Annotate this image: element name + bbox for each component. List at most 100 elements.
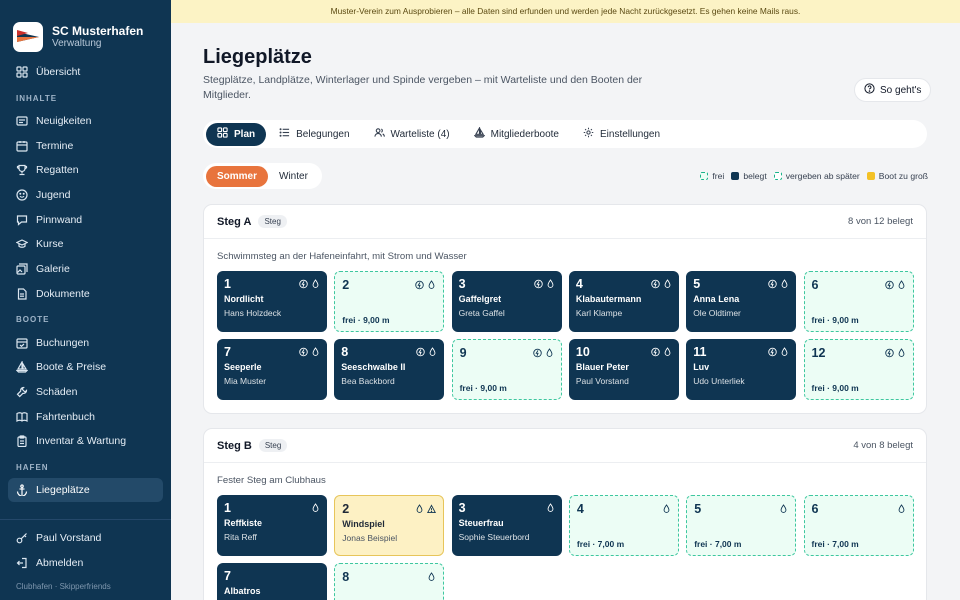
nav-section-boote: BOOTE [16, 315, 50, 325]
sidebar: SC Musterhafen Verwaltung Übersicht INHA… [0, 0, 171, 600]
berth-slot-frei[interactable]: 12 frei · 9,00 m [803, 339, 914, 400]
sidebar-item-label: Fahrtenbuch [36, 410, 95, 423]
brand-sub: Verwaltung [52, 38, 102, 49]
season-sommer[interactable]: Sommer [206, 165, 269, 187]
tab-label: Belegungen [296, 128, 350, 140]
sidebar-item-buchungen[interactable]: Buchungen [0, 330, 171, 355]
newspaper-icon [16, 115, 28, 127]
boat-name: Gaffelgret [458, 294, 502, 304]
tab-mitgliederboote[interactable]: Mitgliederboote [463, 123, 570, 146]
sidebar-item-termine[interactable]: Termine [0, 133, 171, 158]
help-label: So geht's [880, 84, 922, 96]
users-icon [373, 127, 385, 141]
water-icon [427, 572, 436, 582]
sidebar-item-pinnwand[interactable]: Pinnwand [0, 207, 171, 232]
berth-slot-frei[interactable]: 6 frei · 7,00 m [803, 495, 914, 556]
sidebar-item-boote-preise[interactable]: Boote & Preise [0, 355, 171, 380]
sidebar-item-regatten[interactable]: Regatten [0, 158, 171, 183]
water-icon [545, 348, 554, 358]
slot-number: 1 [224, 501, 231, 515]
berth-slot-frei[interactable]: 2 frei · 9,00 m [334, 271, 445, 332]
berth-slot-frei[interactable]: 4 frei · 7,00 m [568, 495, 679, 556]
berth-slot-belegt[interactable]: 5 Anna Lena Ole Oldtimer [686, 271, 797, 332]
sidebar-item-inventar-wartung[interactable]: Inventar & Wartung [0, 429, 171, 454]
water-icon [546, 279, 555, 289]
boat-name: Nordlicht [224, 294, 264, 304]
berth-slot-belegt[interactable]: 8 Seeschwalbe II Bea Backbord [334, 339, 445, 400]
tab-belegungen[interactable]: Belegungen [268, 123, 360, 146]
tab-einstellungen[interactable]: Einstellungen [572, 123, 671, 146]
power-icon [299, 347, 308, 357]
sidebar-item-label: Liegeplätze [36, 483, 90, 496]
book-icon [16, 411, 28, 423]
slot-number: 3 [458, 501, 466, 515]
slot-free-length: frei · 9,00 m [459, 383, 507, 393]
water-icon [780, 347, 789, 357]
boat-name: Blauer Peter [575, 362, 629, 372]
berth-slot-belegt[interactable]: 4 Klabautermann Karl Klampe [568, 271, 679, 332]
power-icon [532, 348, 542, 358]
sidebar-item-fahrtenbuch[interactable]: Fahrtenbuch [0, 404, 171, 429]
boat-owner: Sophie Steuerbord [458, 532, 530, 542]
dock-card-steg-a: Steg A Steg 8 von 12 belegt Schwimmsteg … [203, 204, 927, 414]
sidebar-item-uebersicht[interactable]: Übersicht [0, 60, 171, 85]
legend-swatch [866, 172, 875, 180]
water-icon [546, 503, 555, 513]
slot-free-length: frei · 9,00 m [811, 315, 859, 325]
sidebar-item-kurse[interactable]: Kurse [0, 232, 171, 257]
season-winter[interactable]: Winter [268, 166, 319, 187]
legend-gross: Boot zu groß [866, 171, 928, 181]
sidebar-item-user[interactable]: Paul Vorstand [0, 526, 171, 551]
power-icon [416, 347, 426, 357]
legend-swatch [731, 172, 740, 180]
berth-slot-frei[interactable]: 5 frei · 7,00 m [686, 495, 797, 556]
sidebar-item-liegeplaetze[interactable]: Liegeplätze [8, 477, 163, 503]
sidebar-item-label: Buchungen [36, 336, 90, 349]
tab-plan[interactable]: Plan [206, 122, 267, 146]
dock-occupancy: 8 von 12 belegt [848, 216, 913, 227]
legend-belegt: belegt [731, 171, 767, 181]
berth-slot-belegt[interactable]: 7 Seeperle Mia Muster [217, 339, 327, 400]
berth-slot-belegt[interactable]: 10 Blauer Peter Paul Vorstand [568, 339, 679, 400]
boat-owner: Karl Klampe [575, 308, 623, 318]
berth-slot-belegt[interactable]: 3 Gaffelgret Greta Gaffel [451, 271, 562, 332]
berth-slot-belegt[interactable]: 3 Steuerfrau Sophie Steuerbord [451, 495, 562, 556]
slot-amenities [427, 572, 436, 582]
berth-slot-frei[interactable]: 6 frei · 9,00 m [803, 271, 914, 332]
tab-warteliste[interactable]: Warteliste (4) [363, 123, 461, 146]
berth-slot-belegt[interactable]: 7 Albatros [217, 563, 327, 600]
berth-slot-gross[interactable]: 2 Windspiel Jonas Beispiel [334, 495, 445, 556]
sidebar-item-dokumente[interactable]: Dokumente [0, 282, 171, 307]
sidebar-item-schaeden[interactable]: Schäden [0, 380, 171, 405]
help-button[interactable]: So geht's [854, 78, 932, 102]
power-icon [768, 347, 777, 357]
slot-amenities [299, 347, 320, 357]
slot-number: 6 [811, 502, 819, 516]
sidebar-item-label: Boote & Preise [36, 361, 107, 374]
slot-amenities [884, 280, 906, 290]
berth-slot-frei[interactable]: 9 frei · 9,00 m [451, 339, 562, 400]
slot-amenities [546, 503, 555, 513]
tab-label: Warteliste (4) [390, 128, 450, 140]
berth-slot-belegt[interactable]: 11 Luv Udo Unterliek [686, 339, 797, 400]
sidebar-item-jugend[interactable]: Jugend [0, 183, 171, 208]
brand[interactable]: SC Musterhafen Verwaltung [0, 0, 171, 60]
dock-description: Schwimmsteg an der Hafeneinfahrt, mit St… [217, 251, 467, 262]
calendar-check-icon [16, 337, 28, 349]
slot-amenities [416, 347, 437, 357]
berth-slot-belegt[interactable]: 1 Nordlicht Hans Holzdeck [217, 271, 327, 332]
nav-section-hafen: HAFEN [16, 462, 49, 472]
dock-occupancy: 4 von 8 belegt [853, 440, 913, 451]
sidebar-item-logout[interactable]: Abmelden [0, 550, 171, 575]
water-icon [897, 504, 906, 514]
berth-slot-belegt[interactable]: 1 Reffkiste Rita Reff [217, 495, 327, 556]
boat-name: Luv [693, 362, 710, 372]
sidebar-item-galerie[interactable]: Galerie [0, 257, 171, 282]
sidebar-item-neuigkeiten[interactable]: Neuigkeiten [0, 109, 171, 134]
sidebar-item-label: Jugend [36, 189, 71, 202]
sidebar-item-label: Pinnwand [36, 213, 83, 226]
smile-icon [16, 189, 28, 201]
berth-slot-frei[interactable]: 8 [334, 563, 445, 600]
wrench-icon [16, 386, 28, 398]
water-icon [311, 503, 320, 513]
